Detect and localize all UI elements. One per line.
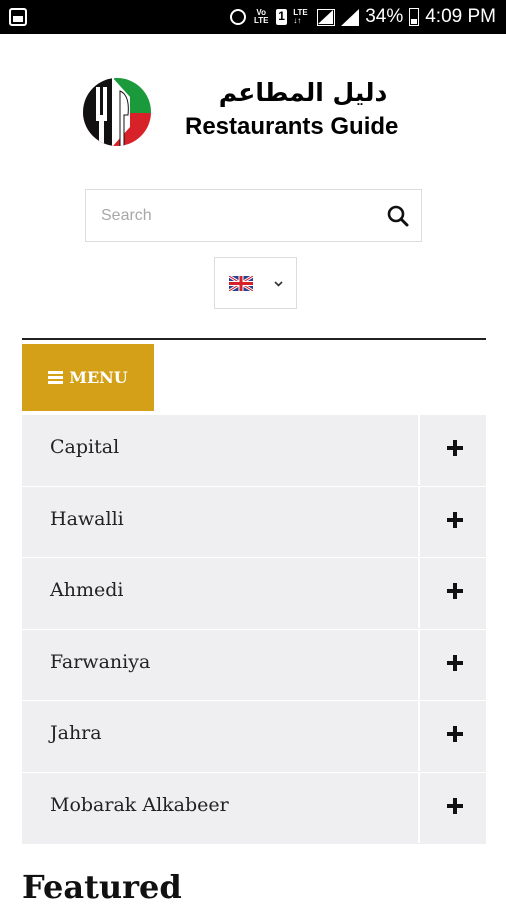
- menu-item-label[interactable]: Farwaniya: [50, 630, 150, 700]
- plus-icon: [447, 440, 463, 456]
- menu-item-label[interactable]: Jahra: [50, 701, 102, 771]
- menu-item-mobarak-alkabeer[interactable]: Mobarak Alkabeer: [22, 772, 486, 845]
- clock: 4:09 PM: [425, 6, 496, 27]
- sim-icon: [276, 9, 288, 25]
- menu-item-label[interactable]: Capital: [50, 415, 119, 485]
- expand-button[interactable]: [418, 772, 486, 843]
- logo: [82, 77, 152, 147]
- menu-item-label[interactable]: Hawalli: [50, 487, 124, 557]
- expand-button[interactable]: [418, 558, 486, 629]
- alarm-icon: [230, 9, 247, 25]
- expand-button[interactable]: [418, 629, 486, 700]
- search-box: [85, 189, 422, 242]
- site-title-arabic: دليل المطاعم: [218, 78, 388, 107]
- divider: [22, 338, 486, 340]
- volte-icon: Vo LTE: [253, 8, 269, 25]
- battery-icon: [409, 8, 420, 26]
- image-icon: [9, 8, 27, 26]
- battery-percent: 34%: [365, 6, 404, 27]
- menu-item-farwaniya[interactable]: Farwaniya: [22, 629, 486, 702]
- search-input[interactable]: [86, 190, 366, 241]
- logo-icon: [83, 78, 151, 146]
- chevron-down-icon: [274, 281, 283, 287]
- search-icon: [387, 205, 409, 227]
- menu-item-jahra[interactable]: Jahra: [22, 701, 486, 773]
- lte-icon: LTE ↓↑: [293, 8, 308, 25]
- region-menu: Capital Hawalli Ahmedi Farwaniya Jahra M…: [22, 415, 486, 845]
- status-bar: VoLTE LTE↓↑ 34% 4:09 PM: [0, 0, 506, 34]
- hamburger-icon: [48, 371, 64, 384]
- plus-icon: [447, 654, 463, 671]
- menu-item-ahmedi[interactable]: Ahmedi: [22, 558, 486, 630]
- expand-button[interactable]: [418, 701, 486, 772]
- signal-icon: [341, 8, 360, 26]
- plus-icon: [447, 797, 463, 814]
- language-select[interactable]: [214, 257, 297, 309]
- menu-button[interactable]: MENU: [22, 344, 154, 411]
- plus-icon: [447, 583, 463, 600]
- plus-icon: [447, 726, 463, 743]
- signal-icon: [317, 8, 336, 26]
- menu-item-hawalli[interactable]: Hawalli: [22, 486, 486, 559]
- menu-item-label[interactable]: Ahmedi: [50, 558, 123, 628]
- expand-button[interactable]: [418, 486, 486, 557]
- menu-item-label[interactable]: Mobarak Alkabeer: [50, 773, 229, 843]
- expand-button[interactable]: [418, 415, 486, 485]
- uk-flag-icon: [229, 276, 253, 291]
- search-button[interactable]: [385, 203, 411, 229]
- site-title: Restaurants Guide: [185, 113, 399, 140]
- menu-label: MENU: [69, 368, 128, 387]
- plus-icon: [447, 511, 463, 528]
- menu-item-capital[interactable]: Capital: [22, 415, 486, 487]
- featured-heading: Featured: [22, 868, 182, 906]
- status-icons: VoLTE LTE↓↑ 34% 4:09 PM: [230, 5, 496, 29]
